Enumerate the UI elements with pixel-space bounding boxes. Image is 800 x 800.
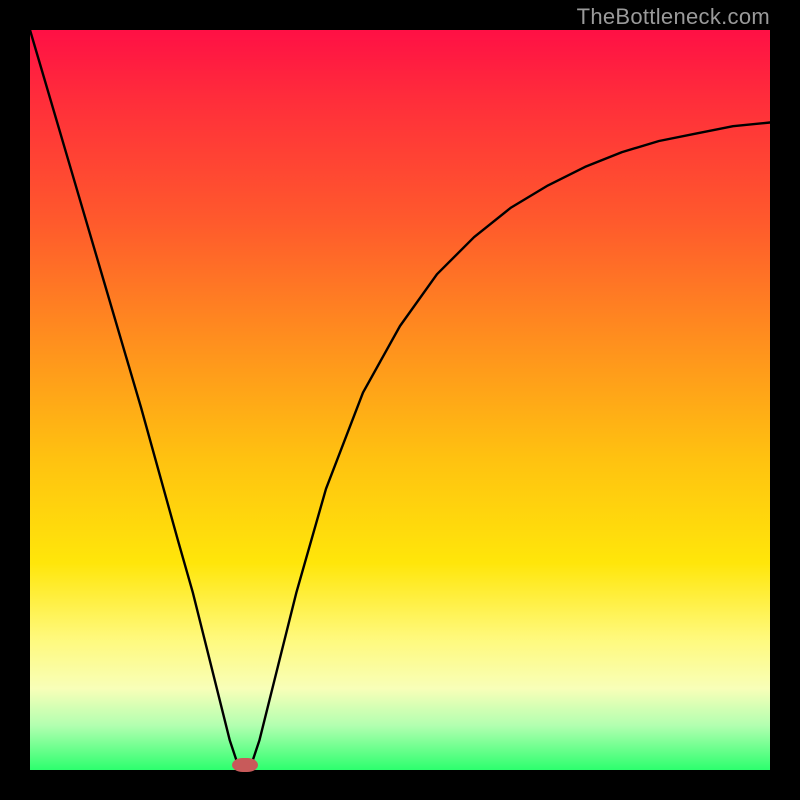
bottleneck-curve (30, 30, 770, 770)
watermark-text: TheBottleneck.com (577, 4, 770, 30)
optimum-marker (232, 758, 258, 772)
chart-frame: TheBottleneck.com (0, 0, 800, 800)
plot-area (30, 30, 770, 770)
curve-svg (30, 30, 770, 770)
